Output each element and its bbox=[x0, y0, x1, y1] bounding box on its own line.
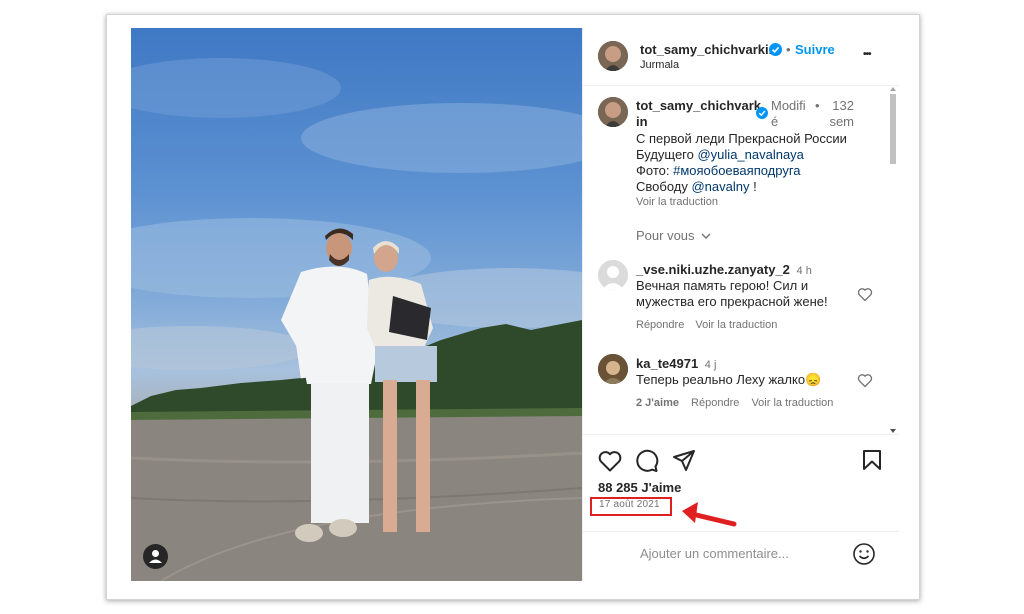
paper-plane-icon[interactable] bbox=[672, 448, 696, 472]
comment-1-line1: Вечная память герою! Сил и bbox=[636, 278, 809, 293]
comment-2-avatar-icon bbox=[598, 354, 628, 384]
date-highlight-box bbox=[590, 497, 672, 516]
see-more-label: Pour vous bbox=[636, 228, 695, 243]
post-photo[interactable] bbox=[131, 28, 582, 581]
comment-1-actions: Répondre Voir la traduction bbox=[636, 319, 777, 331]
tag-user-button[interactable] bbox=[143, 544, 168, 569]
comment-1-text: Вечная память герою! Сил и мужества его … bbox=[636, 278, 828, 310]
comment-2-time[interactable]: 4 j bbox=[705, 359, 717, 371]
comment-1-header: _vse.niki.uzhe.zanyaty_2 4 h bbox=[636, 262, 812, 279]
comment-1-username[interactable]: _vse.niki.uzhe.zanyaty_2 bbox=[636, 262, 790, 277]
edited-label: Modifi é bbox=[771, 98, 806, 130]
post-age-line2: sem bbox=[829, 114, 854, 129]
caption-line2-prefix: Будущего bbox=[636, 147, 698, 162]
chevron-down-icon bbox=[701, 233, 711, 239]
caption-line2: Будущего @yulia_navalnaya bbox=[636, 147, 886, 163]
edited-line1: Modifi bbox=[771, 98, 806, 113]
comment-input[interactable]: Ajouter un commentaire... bbox=[640, 546, 840, 562]
smiley-icon[interactable] bbox=[852, 542, 876, 566]
comment-2-translate[interactable]: Voir la traduction bbox=[751, 397, 833, 409]
caption-username-line2: in bbox=[636, 114, 648, 129]
comment-1-time[interactable]: 4 h bbox=[797, 265, 812, 277]
caption-text: С первой леди Прекрасной России Будущего… bbox=[636, 131, 886, 195]
comment-1-line2: мужества его прекрасной жене! bbox=[636, 294, 828, 309]
comment-1-translate[interactable]: Voir la traduction bbox=[695, 319, 777, 331]
author-avatar[interactable] bbox=[598, 41, 628, 71]
comment-2-likes[interactable]: 2 J'aime bbox=[636, 397, 679, 409]
author-username[interactable]: tot_samy_chichvarkin bbox=[640, 42, 777, 58]
comment-2-username[interactable]: ka_te4971 bbox=[636, 356, 698, 371]
caption-username-line1: tot_samy_chichvark bbox=[636, 98, 762, 113]
post-age[interactable]: 132 sem bbox=[824, 98, 854, 130]
comment-input-placeholder: Ajouter un commentaire... bbox=[640, 546, 789, 561]
follow-button[interactable]: Suivre bbox=[795, 42, 835, 58]
post-age-line1: 132 bbox=[832, 98, 854, 113]
post-location[interactable]: Jurmala bbox=[640, 59, 679, 71]
mention-yulia[interactable]: @yulia_navalnaya bbox=[697, 147, 803, 162]
caption-line1: С первой леди Прекрасной России bbox=[636, 131, 847, 146]
caption-dot: • bbox=[815, 98, 820, 113]
post-header: tot_samy_chichvarkin • Suivre Jurmala ••… bbox=[583, 28, 899, 86]
caption-username[interactable]: tot_samy_chichvark in bbox=[636, 98, 761, 130]
edited-line2: é bbox=[771, 114, 779, 129]
caption-line4-prefix: Свободу bbox=[636, 179, 692, 194]
comment-1-reply[interactable]: Répondre bbox=[636, 319, 684, 331]
hashtag-link[interactable]: #мояобоеваяподруга bbox=[673, 163, 800, 178]
caption-line3: Фото: #мояобоеваяподруга bbox=[636, 163, 886, 179]
caption-line4: Свободу @navalny ! bbox=[636, 179, 886, 195]
heart-icon[interactable] bbox=[598, 450, 622, 472]
default-avatar-icon bbox=[598, 260, 628, 290]
comment-avatar-1[interactable] bbox=[598, 260, 628, 290]
caption-verified-icon bbox=[756, 107, 768, 119]
comment-2-like-icon[interactable] bbox=[857, 373, 873, 388]
header-separator: • bbox=[786, 42, 791, 57]
caption-avatar[interactable] bbox=[598, 97, 628, 127]
comment-2-reply[interactable]: Répondre bbox=[691, 397, 739, 409]
user-icon bbox=[149, 550, 162, 563]
comment-2-header: ka_te4971 4 j bbox=[636, 356, 716, 373]
comment-2-text: Теперь реально Леху жалко😞 bbox=[636, 372, 822, 387]
comments-scrollbar[interactable] bbox=[889, 87, 897, 438]
caption-line4-suffix: ! bbox=[749, 179, 757, 194]
caption-translate-link[interactable]: Voir la traduction bbox=[636, 196, 718, 208]
mention-navalny[interactable]: @navalny bbox=[691, 179, 749, 194]
scrollbar-thumb[interactable] bbox=[890, 94, 896, 164]
more-options-button[interactable]: ••• bbox=[863, 47, 871, 63]
scroll-up-icon[interactable] bbox=[889, 86, 897, 92]
comment-avatar-2[interactable] bbox=[598, 354, 628, 384]
verified-badge-icon bbox=[769, 43, 782, 56]
see-more-toggle[interactable]: Pour vous bbox=[636, 228, 711, 244]
caption-avatar-icon bbox=[598, 97, 628, 127]
comment-2-actions: 2 J'aime Répondre Voir la traduction bbox=[636, 397, 833, 409]
likes-count[interactable]: 88 285 J'aime bbox=[598, 480, 681, 496]
comment-1-like-icon[interactable] bbox=[857, 287, 873, 302]
comment-icon[interactable] bbox=[635, 449, 659, 473]
author-face-icon bbox=[598, 41, 628, 71]
bookmark-icon[interactable] bbox=[862, 449, 882, 471]
beach-scene bbox=[131, 58, 582, 581]
caption-line3-prefix: Фото: bbox=[636, 163, 674, 178]
red-arrow-icon bbox=[682, 502, 737, 527]
